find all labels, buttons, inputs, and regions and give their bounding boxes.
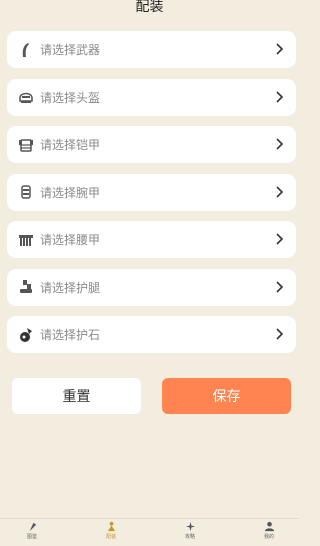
slot-label: 请选择腕甲	[40, 185, 101, 200]
tab-guide[interactable]: 攻略	[170, 521, 210, 540]
tab-label: 我的	[263, 534, 274, 540]
action-buttons: 重置 保存	[12, 378, 291, 414]
charm-icon	[18, 327, 34, 343]
slot-greaves[interactable]: 请选择护腿	[7, 268, 296, 306]
slot-weapon[interactable]: 请选择武器	[7, 31, 296, 68]
slot-label: 请选择护腿	[40, 280, 101, 295]
guide-icon	[185, 521, 195, 532]
slot-helmet[interactable]: 请选择头盔	[7, 78, 296, 116]
chevron-right-icon	[276, 138, 284, 150]
armor-icon	[18, 137, 34, 153]
tab-profile[interactable]: 我的	[249, 521, 289, 540]
tab-label: 图鉴	[26, 534, 37, 540]
slot-label: 请选择护石	[40, 328, 101, 342]
loadout-icon	[107, 521, 115, 532]
chevron-right-icon	[276, 280, 284, 293]
tab-label: 配装	[105, 534, 116, 540]
slot-belt[interactable]: 请选择腰甲	[7, 221, 296, 258]
weapon-icon	[18, 42, 34, 58]
save-button[interactable]: 保存	[162, 378, 291, 414]
slot-label: 请选择武器	[40, 43, 101, 57]
greaves-icon	[18, 279, 34, 295]
equipment-slot-list: 请选择武器 请选择头盔 请选择铠甲 请选择腕甲 请选择腰甲 请选择护腿 请选择护…	[7, 31, 296, 364]
slot-label: 请选择头盔	[40, 90, 101, 105]
slot-armor[interactable]: 请选择铠甲	[7, 126, 296, 163]
bracer-icon	[18, 184, 34, 200]
slot-label: 请选择腰甲	[40, 233, 101, 247]
chevron-right-icon	[276, 233, 284, 245]
tab-label: 攻略	[184, 534, 195, 540]
profile-icon	[264, 521, 274, 532]
chevron-right-icon	[276, 328, 284, 340]
codex-icon	[29, 522, 36, 532]
chevron-right-icon	[276, 185, 284, 198]
tab-codex[interactable]: 图鉴	[12, 521, 52, 540]
tab-loadout[interactable]: 配装	[91, 521, 131, 540]
chevron-right-icon	[276, 90, 284, 103]
slot-bracer[interactable]: 请选择腕甲	[7, 173, 296, 211]
bottom-tab-bar: 图鉴 配装 攻略 我的	[0, 518, 299, 546]
slot-label: 请选择铠甲	[40, 138, 101, 152]
slot-charm[interactable]: 请选择护石	[7, 316, 296, 353]
reset-button[interactable]: 重置	[12, 378, 141, 414]
helmet-icon	[18, 89, 34, 105]
chevron-right-icon	[276, 43, 284, 55]
belt-icon	[18, 232, 34, 248]
page-title: 配装	[135, 0, 164, 15]
